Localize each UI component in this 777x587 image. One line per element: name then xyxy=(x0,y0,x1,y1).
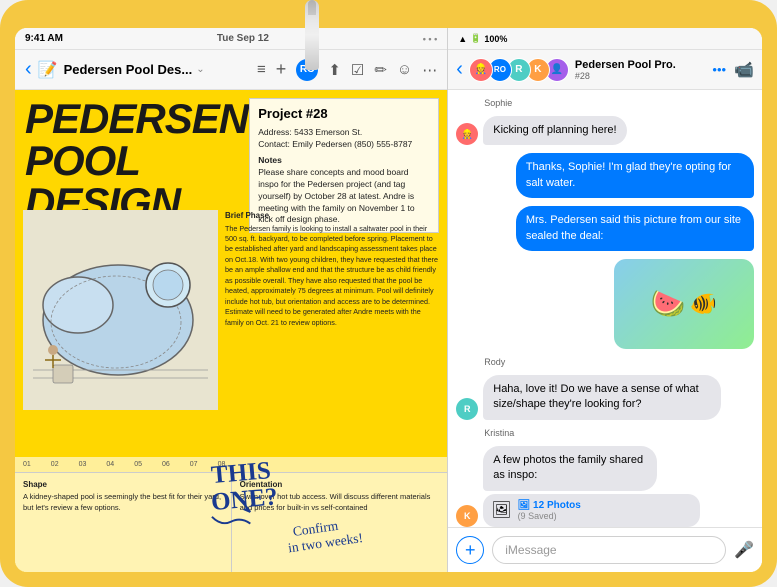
three-dots-icon[interactable]: ••• xyxy=(712,62,726,77)
share-icon[interactable]: ⬆ xyxy=(328,61,341,79)
msg-avatar-sophie: 👷 xyxy=(456,123,478,145)
notes-pane: 9:41 AM Tue Sep 12 • • • ‹ 📝 Pedersen Po… xyxy=(15,28,448,572)
messages-toolbar-right: ••• 📹 xyxy=(712,60,754,80)
note-big-title: PEDERSEN POOL DESIGN xyxy=(25,98,248,224)
messages-group-name: Pedersen Pool Pro. xyxy=(575,59,676,71)
message-6-content: A few photos the family shared as inspo:… xyxy=(483,446,700,527)
plus-icon[interactable]: + xyxy=(276,59,287,80)
project-contact: Contact: Emily Pedersen (850) 555-8787 xyxy=(258,139,430,151)
emoji-icon[interactable]: ☺ xyxy=(397,61,412,78)
project-address: Address: 5433 Emerson St. xyxy=(258,127,430,139)
more-icon[interactable]: ⋯ xyxy=(422,61,437,79)
message-5: R Haha, love it! Do we have a sense of w… xyxy=(456,375,754,420)
messages-pane: ▲ 🔋 100% ‹ 👷 RO R K 👤 xyxy=(448,28,762,572)
bubble-1: Kicking off planning here! xyxy=(483,116,626,145)
project-title: Project #28 xyxy=(258,105,430,123)
notes-doc-icon: 📝 xyxy=(38,60,58,80)
brief-phase-text: The Pedersen family is looking to instal… xyxy=(225,224,439,328)
bubble-5: Haha, love it! Do we have a sense of wha… xyxy=(483,375,721,420)
photo-info: 🖼 12 Photos (9 Saved) xyxy=(518,500,581,521)
sender-label-sophie: Sophie xyxy=(484,98,754,108)
notes-toolbar: ‹ 📝 Pedersen Pool Des... ⌄ ≡ + RO ⬆ ☑ ✏ … xyxy=(15,50,447,90)
title-line1: PEDERSEN xyxy=(25,98,248,140)
apple-pencil xyxy=(305,0,319,70)
messages-back-button[interactable]: ‹ xyxy=(456,58,463,81)
bubble-3: Mrs. Pedersen said this picture from our… xyxy=(516,206,754,251)
message-2: Thanks, Sophie! I'm glad they're opting … xyxy=(456,153,754,198)
notes-time: 9:41 AM xyxy=(25,33,63,44)
pool-sketch xyxy=(23,210,218,410)
messages-add-button[interactable]: + xyxy=(456,536,484,564)
notes-title[interactable]: Pedersen Pool Des... ⌄ xyxy=(64,62,251,77)
message-6: K A few photos the family shared as insp… xyxy=(456,446,754,527)
notes-date: Tue Sep 12 xyxy=(217,33,269,44)
notes-status-bar: 9:41 AM Tue Sep 12 • • • xyxy=(15,28,447,50)
wifi-icon: ▲ xyxy=(458,34,467,44)
battery-icon: 🔋 xyxy=(470,33,481,44)
bubble-6: A few photos the family shared as inspo: xyxy=(483,446,657,491)
notes-title-text: Pedersen Pool Des... xyxy=(64,62,193,77)
message-4-image: 🍉 🐠 xyxy=(456,259,754,349)
photo-attachment[interactable]: 🖼 🖼 12 Photos (9 Saved) xyxy=(483,494,700,527)
msg-status-left: ▲ 🔋 100% xyxy=(458,33,507,44)
fish-icon: 🐠 xyxy=(690,291,717,317)
notes-dots-status: • • • xyxy=(423,34,437,44)
msg-avatar-kristina: K xyxy=(456,505,478,527)
notes-back-button[interactable]: ‹ xyxy=(25,58,32,81)
photo-saved: (9 Saved) xyxy=(518,511,581,521)
svg-text:ONE?: ONE? xyxy=(210,483,279,516)
sender-label-rody: Rody xyxy=(484,357,754,367)
image-bubble: 🍉 🐠 xyxy=(614,259,754,349)
screen: 9:41 AM Tue Sep 12 • • • ‹ 📝 Pedersen Po… xyxy=(15,28,762,572)
messages-group-avatars: 👷 RO R K 👤 xyxy=(469,58,569,82)
brief-phase-block: Brief Phase The Pedersen family is looki… xyxy=(225,210,439,328)
pool-sketch-svg xyxy=(23,210,218,410)
photo-icon: 🖼 xyxy=(491,500,511,520)
notes-title-chevron: ⌄ xyxy=(196,64,204,75)
pool-svg-bg xyxy=(23,210,218,410)
split-view: 9:41 AM Tue Sep 12 • • • ‹ 📝 Pedersen Po… xyxy=(15,28,762,572)
msg-avatar-rody: R xyxy=(456,398,478,420)
messages-status-bar: ▲ 🔋 100% xyxy=(448,28,762,50)
bubble-2: Thanks, Sophie! I'm glad they're opting … xyxy=(516,153,754,198)
messages-group-subtitle: #28 xyxy=(575,71,590,81)
messages-toolbar: ‹ 👷 RO R K 👤 Pedersen Pool Pro. #28 xyxy=(448,50,762,90)
messages-list[interactable]: Sophie 👷 Kicking off planning here! Than… xyxy=(448,90,762,527)
sender-label-kristina: Kristina xyxy=(484,428,754,438)
messages-input-bar: + iMessage 🎤 xyxy=(448,527,762,572)
message-1: 👷 Kicking off planning here! xyxy=(456,116,754,145)
notes-content: PEDERSEN POOL DESIGN Project #28 Address… xyxy=(15,90,447,572)
notes-status-right: • • • xyxy=(423,34,437,44)
watermelon-icon: 🍉 xyxy=(651,287,686,320)
microphone-button[interactable]: 🎤 xyxy=(734,540,754,560)
note-yellow-bg: PEDERSEN POOL DESIGN Project #28 Address… xyxy=(15,90,447,572)
notes-toolbar-icons: ≡ + RO ⬆ ☑ ✏ ☺ ⋯ xyxy=(257,59,437,81)
photo-count: 🖼 12 Photos xyxy=(518,500,581,511)
project-notes-label: Notes xyxy=(258,155,430,167)
message-input-field[interactable]: iMessage xyxy=(492,536,726,564)
handwriting-overlay: THIS ONE? Confirm in two weeks! xyxy=(15,452,447,572)
avatar-sophie: 👷 xyxy=(469,58,493,82)
markup-icon[interactable]: ✏ xyxy=(374,61,387,79)
battery-text: 100% xyxy=(484,34,507,44)
video-call-icon[interactable]: 📹 xyxy=(734,60,754,80)
ipad-frame: 9:41 AM Tue Sep 12 • • • ‹ 📝 Pedersen Po… xyxy=(0,0,777,587)
list-icon[interactable]: ≡ xyxy=(257,61,266,78)
title-line2: POOL xyxy=(25,140,248,182)
message-3: Mrs. Pedersen said this picture from our… xyxy=(456,206,754,251)
messages-title-area: Pedersen Pool Pro. #28 xyxy=(575,59,707,81)
checklist-icon[interactable]: ☑ xyxy=(351,61,364,79)
brief-phase-title: Brief Phase xyxy=(225,210,439,222)
